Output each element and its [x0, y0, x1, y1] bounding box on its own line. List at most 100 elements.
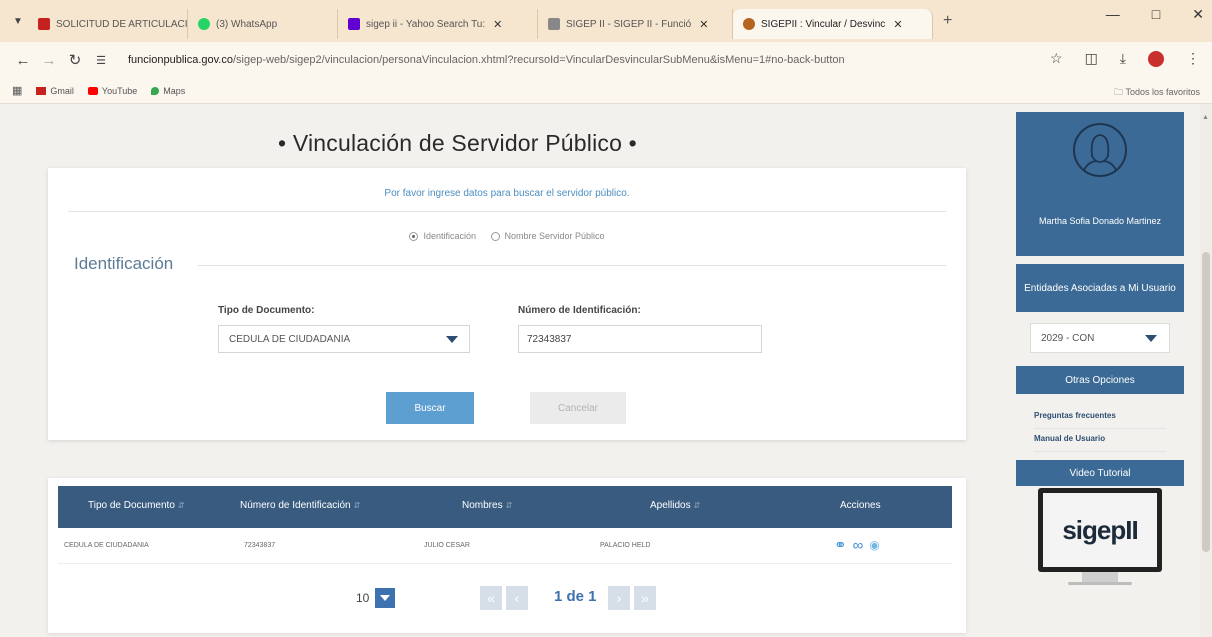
radio-nombre[interactable]: Nombre Servidor Público: [490, 231, 605, 241]
divider: [198, 265, 946, 266]
page-scrollbar[interactable]: ▲: [1200, 104, 1212, 637]
sigep-favicon-icon: [743, 18, 755, 30]
monitor-stand: [1082, 572, 1118, 582]
apps-grid-icon[interactable]: ▦: [12, 84, 22, 97]
row-actions: ⚭ ∞ ◉: [834, 536, 880, 555]
col-header-actions: Acciones: [840, 500, 881, 511]
cancel-button[interactable]: Cancelar: [530, 392, 626, 424]
bookmark-star-icon[interactable]: ☆: [1050, 50, 1063, 67]
sort-icon: ⇵: [693, 501, 701, 510]
sort-icon: ⇵: [177, 501, 185, 510]
tab-label: SIGEPII : Vincular / Desvinc: [761, 18, 886, 30]
folder-icon: 🗀: [1114, 87, 1124, 97]
col-header-surnames[interactable]: Apellidos ⇵: [650, 500, 700, 511]
chevron-down-icon: [1145, 335, 1157, 342]
minimize-icon[interactable]: —: [1106, 6, 1120, 23]
bookmark-label: Gmail: [50, 85, 74, 96]
monitor-icon: sigepII: [1038, 488, 1162, 572]
cell-surnames: PALACIO HELD: [600, 542, 651, 549]
video-tutorial-thumbnail[interactable]: sigepII: [1034, 486, 1166, 586]
col-header-id-number[interactable]: Número de Identificación ⇵: [240, 500, 360, 511]
id-number-input[interactable]: [518, 325, 762, 353]
browser-tab-solicitud[interactable]: SOLICITUD DE ARTICULACI ✕: [28, 9, 188, 39]
browser-tab-bar: ▼ SOLICITUD DE ARTICULACI ✕ (3) WhatsApp…: [0, 0, 1212, 42]
close-tab-icon[interactable]: ✕: [893, 18, 902, 31]
close-tab-icon[interactable]: ✕: [699, 18, 708, 31]
next-page-button[interactable]: ›: [608, 586, 630, 610]
link-vincular-icon[interactable]: ⚭: [834, 536, 847, 554]
browser-tab-whatsapp[interactable]: (3) WhatsApp: [188, 9, 338, 39]
results-table: Tipo de Documento ⇵ Número de Identificac…: [48, 478, 966, 633]
cell-names: JULIO CESAR: [424, 542, 470, 549]
user-manual-link[interactable]: Manual de Usuario: [1034, 434, 1105, 443]
url-host: funcionpublica.gov.co: [128, 54, 233, 66]
last-page-button[interactable]: »: [634, 586, 656, 610]
section-title: Identificación: [74, 254, 174, 273]
maximize-icon[interactable]: □: [1152, 6, 1160, 23]
unlink-desvincular-icon[interactable]: ∞: [853, 537, 864, 554]
view-eye-icon[interactable]: ◉: [869, 538, 879, 552]
gmail-icon: [36, 87, 47, 96]
new-tab-button[interactable]: +: [943, 12, 952, 30]
browser-tab-active[interactable]: SIGEPII : Vincular / Desvinc ✕: [733, 9, 933, 39]
entity-select[interactable]: 2029 - CON: [1030, 323, 1170, 353]
tab-label: (3) WhatsApp: [216, 18, 278, 30]
all-bookmarks[interactable]: 🗀 Todos los favoritos: [1114, 85, 1200, 101]
col-label: Tipo de Documento: [88, 500, 175, 511]
downloads-icon[interactable]: ⤓: [1120, 50, 1126, 67]
video-tutorial-header: Video Tutorial: [1016, 460, 1184, 486]
col-label: Apellidos: [650, 500, 691, 511]
other-options-header: Otras Opciones: [1016, 366, 1184, 394]
profile-avatar-icon[interactable]: [1148, 50, 1164, 67]
faq-link[interactable]: Preguntas frecuentes: [1034, 411, 1116, 420]
cell-doc-type: CEDULA DE CIUDADANIA: [64, 542, 149, 549]
window-controls: — □ ✕: [1106, 6, 1204, 23]
sort-icon: ⇵: [353, 501, 361, 510]
doc-type-select[interactable]: CEDULA DE CIUDADANIA: [218, 325, 470, 353]
maps-pin-icon: [151, 87, 160, 96]
first-page-button[interactable]: «: [480, 586, 502, 610]
user-avatar-icon: [1073, 123, 1127, 177]
user-profile-panel: Martha Sofia Donado Martinez: [1016, 112, 1184, 256]
close-window-icon[interactable]: ✕: [1192, 6, 1204, 23]
forward-icon[interactable]: →: [36, 52, 62, 69]
tab-label: sigep ii - Yahoo Search Tu:: [366, 18, 486, 30]
radio-unselected-icon: [490, 231, 500, 241]
tab-search-chevron-icon[interactable]: ▼: [8, 16, 28, 27]
extensions-icon[interactable]: ◫: [1085, 50, 1098, 67]
user-name: Martha Sofia Donado Martinez: [1038, 216, 1162, 226]
bookmark-gmail[interactable]: Gmail: [36, 86, 74, 96]
divider: [1034, 451, 1166, 452]
back-icon[interactable]: ←: [10, 52, 36, 69]
col-header-names[interactable]: Nombres ⇵: [462, 500, 512, 511]
doc-type-label: Tipo de Documento:: [218, 305, 315, 316]
site-settings-icon[interactable]: ☰: [88, 54, 114, 67]
scrollbar-thumb[interactable]: [1202, 252, 1210, 552]
table-header: Tipo de Documento ⇵ Número de Identificac…: [58, 486, 952, 528]
url-field[interactable]: funcionpublica.gov.co/sigep-web/sigep2/v…: [128, 54, 988, 66]
monitor-base: [1068, 582, 1132, 585]
search-mode-radios: Identificación Nombre Servidor Público: [48, 231, 966, 243]
reload-icon[interactable]: ↻: [62, 51, 88, 69]
col-header-doc-type[interactable]: Tipo de Documento ⇵: [88, 500, 185, 511]
search-form-card: Por favor ingrese datos para buscar el s…: [48, 168, 966, 440]
bookmark-youtube[interactable]: YouTube: [87, 86, 137, 96]
radio-identificacion[interactable]: Identificación: [409, 231, 476, 241]
prev-page-button[interactable]: ‹: [506, 586, 528, 610]
browser-tab-yahoo[interactable]: sigep ii - Yahoo Search Tu: ✕: [338, 9, 538, 39]
id-number-label: Número de Identificación:: [518, 305, 641, 316]
address-bar: ← → ↻ ☰ funcionpublica.gov.co/sigep-web/…: [0, 42, 1212, 78]
browser-tab-sigep[interactable]: SIGEP II - SIGEP II - Funció ✕: [538, 9, 733, 39]
page-size-select[interactable]: 10: [356, 588, 396, 608]
page-size-value: 10: [356, 591, 370, 605]
tab-label: SIGEP II - SIGEP II - Funció: [566, 18, 692, 30]
search-button[interactable]: Buscar: [386, 392, 474, 424]
scroll-up-icon[interactable]: ▲: [1202, 114, 1209, 121]
chevron-down-icon: [435, 326, 469, 352]
whatsapp-favicon-icon: [198, 18, 210, 30]
bookmarks-bar: ▦ Gmail YouTube Maps 🗀 Todos los favorit…: [0, 78, 1212, 104]
menu-kebab-icon[interactable]: ⋮: [1186, 50, 1200, 67]
close-tab-icon[interactable]: ✕: [493, 18, 502, 31]
radio-selected-icon: [409, 231, 419, 241]
bookmark-maps[interactable]: Maps: [151, 86, 185, 96]
